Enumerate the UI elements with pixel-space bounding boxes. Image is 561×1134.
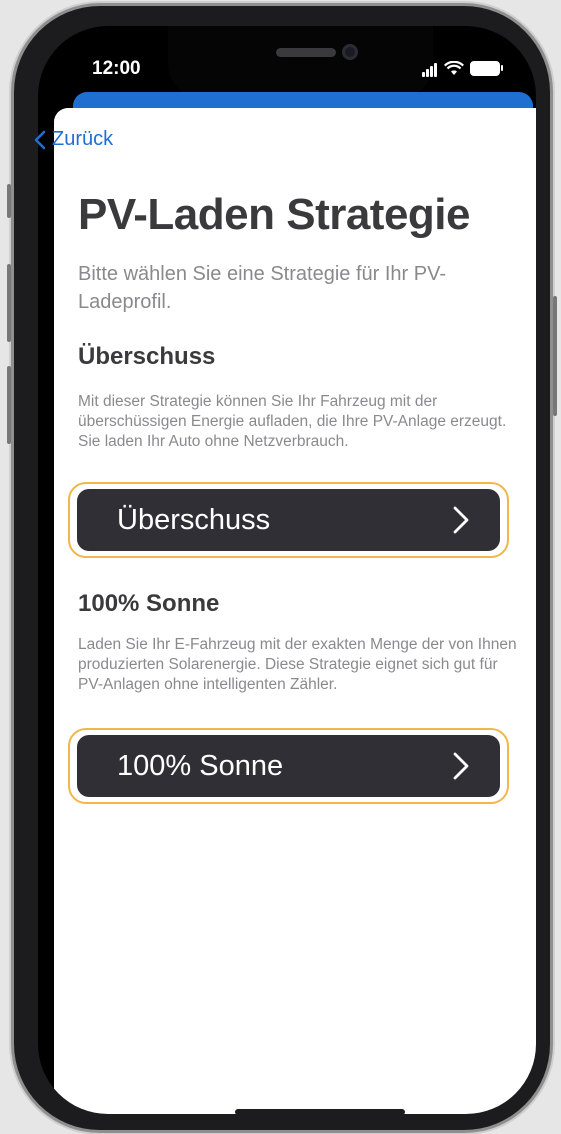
page-subtitle: Bitte wählen Sie eine Strategie für Ihr … <box>78 263 446 313</box>
mute-switch <box>7 184 11 218</box>
chevron-left-icon <box>34 130 46 149</box>
100-sonne-button[interactable]: 100% Sonne <box>68 728 509 804</box>
section-heading-ueberschuss: Überschuss <box>78 343 216 370</box>
volume-down-button <box>7 366 11 444</box>
battery-icon <box>470 60 503 76</box>
speaker <box>276 48 336 57</box>
back-button[interactable]: Zurück <box>34 128 113 151</box>
cellular-signal-icon <box>422 59 438 77</box>
phone-frame: 12:00 <box>7 6 557 1130</box>
section-heading-100-sonne: 100% Sonne <box>78 590 220 617</box>
page-title: PV-Laden Strategie <box>78 190 471 239</box>
100-sonne-button-label: 100% Sonne <box>117 749 284 782</box>
section-description-ueberschuss: Mit dieser Strategie können Sie Ihr Fahr… <box>78 393 507 450</box>
dynamic-island <box>168 26 433 98</box>
home-indicator[interactable] <box>235 1109 405 1114</box>
power-button <box>553 296 557 416</box>
status-icons <box>422 59 503 77</box>
ueberschuss-button[interactable]: Überschuss <box>68 482 509 558</box>
chevron-right-icon <box>453 752 469 780</box>
camera-icon <box>342 44 358 60</box>
back-label: Zurück <box>52 128 114 150</box>
volume-up-button <box>7 264 11 342</box>
wifi-icon <box>444 60 464 75</box>
chevron-right-icon <box>453 506 469 534</box>
ueberschuss-button-label: Überschuss <box>117 503 271 536</box>
status-time: 12:00 <box>92 58 141 79</box>
section-description-100-sonne: Laden Sie Ihr E-Fahrzeug mit der exakten… <box>78 636 517 693</box>
